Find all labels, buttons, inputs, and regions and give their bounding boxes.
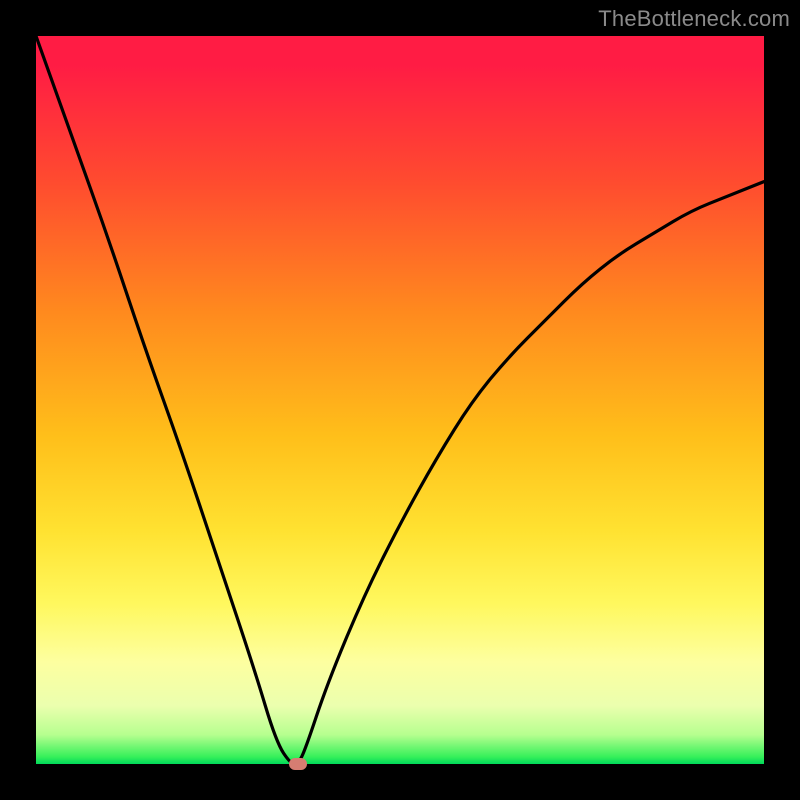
bottleneck-curve (36, 36, 764, 764)
chart-frame: TheBottleneck.com (0, 0, 800, 800)
optimum-marker (289, 758, 307, 770)
plot-area (36, 36, 764, 764)
curve-svg (36, 36, 764, 764)
watermark-text: TheBottleneck.com (598, 6, 790, 32)
